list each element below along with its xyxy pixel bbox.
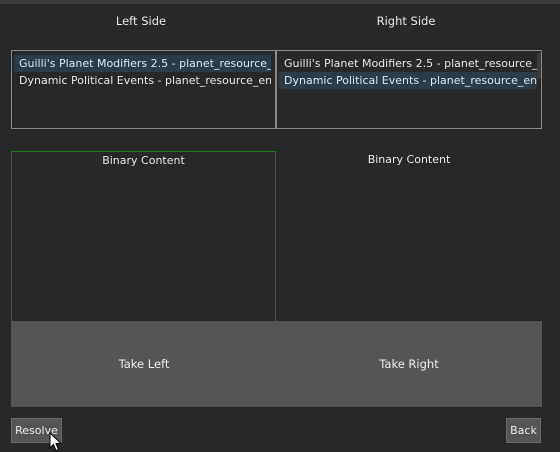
right-content-title: Binary Content xyxy=(367,153,451,166)
left-source-list[interactable]: Guilli's Planet Modifiers 2.5 - planet_r… xyxy=(11,50,276,129)
list-item[interactable]: Guilli's Planet Modifiers 2.5 - planet_r… xyxy=(279,55,537,72)
back-button[interactable]: Back xyxy=(506,418,541,443)
list-item[interactable]: Dynamic Political Events - planet_resour… xyxy=(279,72,537,89)
list-scrollbar[interactable] xyxy=(537,53,541,79)
left-content-title: Binary Content xyxy=(102,154,185,167)
list-item[interactable]: Dynamic Political Events - planet_resour… xyxy=(14,72,271,89)
mouse-pointer-icon xyxy=(49,432,63,452)
take-left-button[interactable]: Take Left xyxy=(12,321,276,407)
list-item[interactable]: Guilli's Planet Modifiers 2.5 - planet_r… xyxy=(14,55,271,72)
left-side-header: Left Side xyxy=(115,14,167,28)
right-source-list[interactable]: Guilli's Planet Modifiers 2.5 - planet_r… xyxy=(276,50,542,129)
window-top-edge xyxy=(0,0,560,4)
right-side-header: Right Side xyxy=(376,14,436,28)
take-right-button[interactable]: Take Right xyxy=(276,321,542,407)
